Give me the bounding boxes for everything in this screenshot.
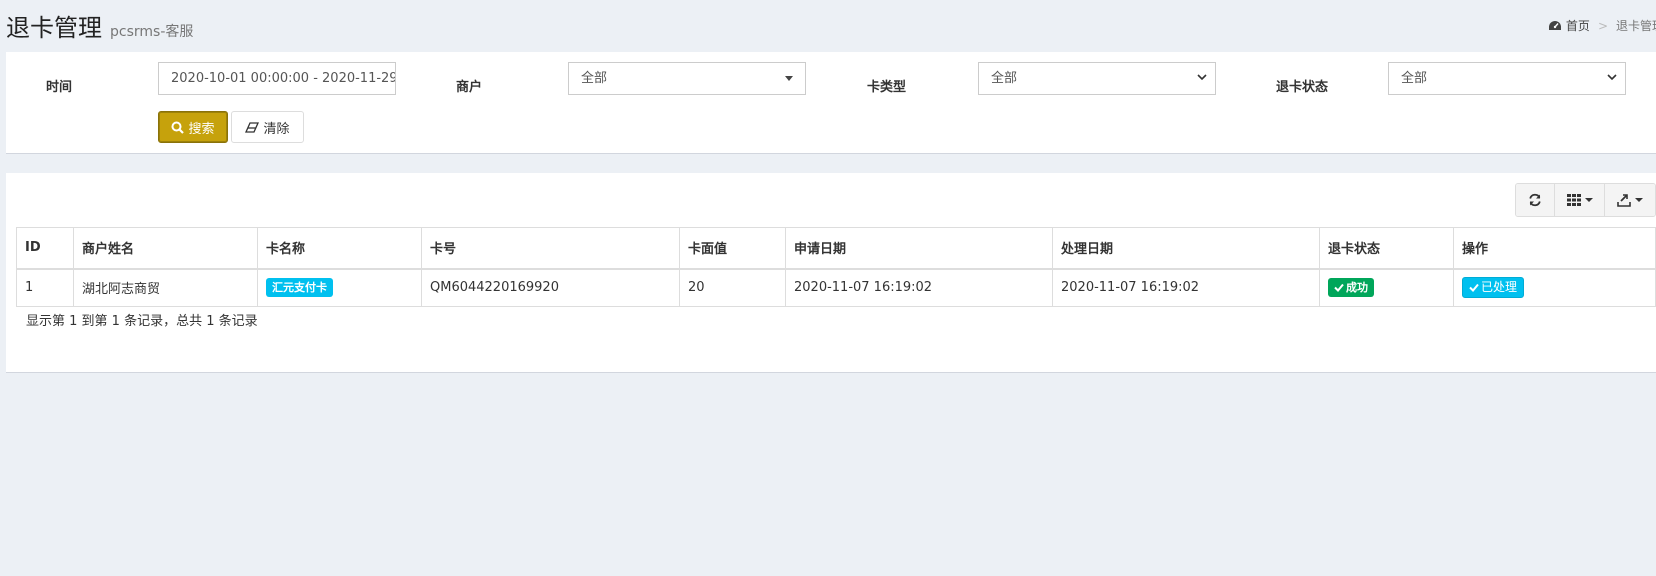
column-header-face-value[interactable]: 卡面值 [679, 227, 786, 270]
export-icon [1617, 193, 1631, 207]
export-button[interactable] [1605, 184, 1655, 216]
refresh-button[interactable] [1516, 184, 1555, 216]
cell-card-name: 汇元支付卡 [257, 268, 422, 307]
page-title: 退卡管理 pcsrms-客服 [6, 8, 193, 43]
card-type-select[interactable]: 全部 [978, 62, 1216, 95]
column-header-card-number[interactable]: 卡号 [421, 227, 680, 270]
cell-action: 已处理 [1453, 268, 1656, 307]
search-button-label: 搜索 [188, 121, 215, 137]
refund-status-label: 退卡状态 [1276, 80, 1329, 95]
cell-id: 1 [16, 268, 74, 307]
column-header-id[interactable]: ID [16, 227, 74, 270]
cell-card-number: QM6044220169920 [421, 268, 680, 307]
card-type-select-value: 全部 [991, 71, 1018, 86]
search-button[interactable]: 搜索 [158, 111, 228, 143]
time-range-input[interactable]: 2020-10-01 00:00:00 - 2020-11-29 23:59:5… [158, 62, 396, 95]
chevron-down-icon [1607, 74, 1617, 81]
page-subtitle: pcsrms-客服 [110, 24, 194, 40]
refund-table: ID 商户姓名 卡名称 卡号 卡面值 申请日期 处理日期 退卡状态 操作 1 湖… [16, 227, 1656, 307]
dashboard-icon [1548, 20, 1561, 30]
caret-down-icon [785, 76, 793, 81]
status-badge-label: 成功 [1346, 281, 1368, 295]
columns-icon [1566, 194, 1581, 206]
check-icon [1469, 284, 1479, 293]
breadcrumb-current: 退卡管理 [1616, 19, 1656, 33]
clear-button[interactable]: 清除 [231, 111, 304, 143]
content-header: 退卡管理 pcsrms-客服 首页 > 退卡管理 [0, 0, 1656, 50]
processed-button[interactable]: 已处理 [1462, 277, 1525, 299]
caret-down-icon [1584, 198, 1593, 202]
cell-process-date: 2020-11-07 16:19:02 [1052, 268, 1320, 307]
column-header-refund-status[interactable]: 退卡状态 [1319, 227, 1454, 270]
refund-status-select[interactable]: 全部 [1388, 62, 1626, 95]
column-header-card-name[interactable]: 卡名称 [257, 227, 422, 270]
card-name-badge: 汇元支付卡 [266, 278, 333, 298]
search-icon [171, 121, 185, 134]
cell-apply-date: 2020-11-07 16:19:02 [785, 268, 1053, 307]
column-header-merchant-name[interactable]: 商户姓名 [73, 227, 258, 270]
card-type-label: 卡类型 [867, 80, 907, 95]
caret-down-icon [1635, 198, 1643, 202]
cell-merchant-name: 湖北阿志商贸 [73, 268, 258, 307]
chevron-down-icon [1197, 74, 1207, 81]
clear-button-label: 清除 [263, 121, 290, 137]
refresh-icon [1529, 193, 1541, 207]
merchant-select[interactable]: 全部 [568, 62, 806, 95]
time-label: 时间 [46, 80, 73, 95]
cell-face-value: 20 [679, 268, 786, 307]
eraser-icon [245, 121, 260, 133]
merchant-select-value: 全部 [581, 71, 608, 86]
merchant-label: 商户 [456, 80, 483, 95]
breadcrumb-home-link[interactable]: 首页 [1566, 17, 1590, 34]
table-header-row: ID 商户姓名 卡名称 卡号 卡面值 申请日期 处理日期 退卡状态 操作 [16, 227, 1656, 270]
table-row: 1 湖北阿志商贸 汇元支付卡 QM6044220169920 20 2020-1… [16, 268, 1656, 307]
column-header-action[interactable]: 操作 [1453, 227, 1656, 270]
status-badge: 成功 [1328, 278, 1374, 298]
column-header-apply-date[interactable]: 申请日期 [785, 227, 1053, 270]
breadcrumb-separator: > [1597, 18, 1608, 33]
page-title-text: 退卡管理 [6, 14, 102, 42]
filter-panel: 时间 2020-10-01 00:00:00 - 2020-11-29 23:5… [6, 52, 1656, 154]
results-panel: ID 商户姓名 卡名称 卡号 卡面值 申请日期 处理日期 退卡状态 操作 1 湖… [6, 173, 1656, 373]
columns-toggle-button[interactable] [1555, 184, 1605, 216]
check-icon [1334, 284, 1344, 293]
breadcrumb: 首页 > 退卡管理 [1548, 17, 1656, 34]
cell-refund-status: 成功 [1319, 268, 1454, 307]
refund-status-select-value: 全部 [1401, 71, 1428, 86]
column-header-process-date[interactable]: 处理日期 [1052, 227, 1320, 270]
pagination-info: 显示第 1 到第 1 条记录，总共 1 条记录 [26, 314, 258, 329]
table-toolbar [1515, 183, 1656, 217]
processed-button-label: 已处理 [1481, 280, 1518, 295]
